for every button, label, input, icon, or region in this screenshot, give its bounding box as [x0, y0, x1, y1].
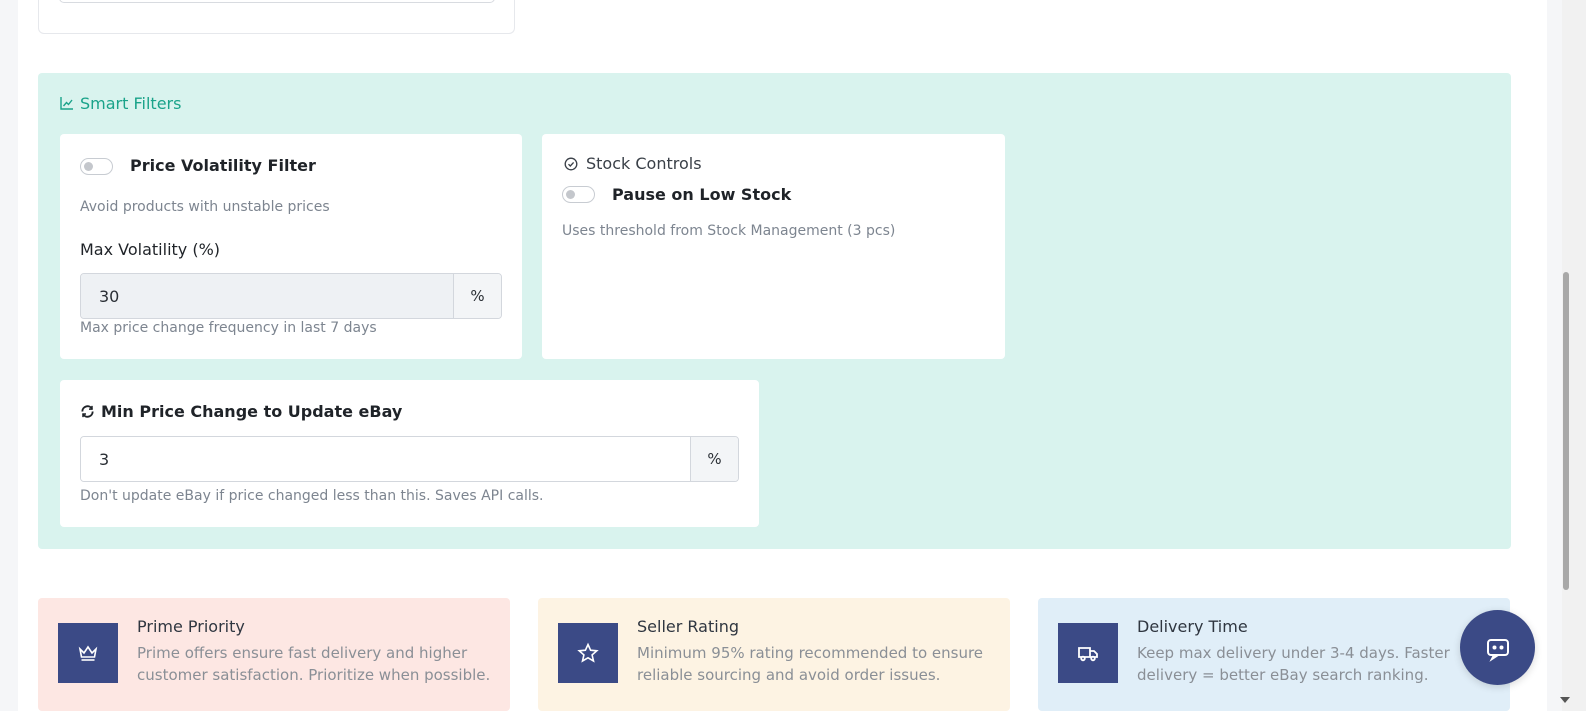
stock-controls-header: Stock Controls: [564, 154, 702, 173]
page-content: Smart Filters Price Volatility Filter Av…: [18, 0, 1547, 711]
truck-icon: [1078, 647, 1098, 662]
min-price-change-input[interactable]: 3: [81, 437, 690, 481]
percent-addon: %: [453, 274, 501, 318]
max-volatility-help: Max price change frequency in last 7 day…: [80, 320, 377, 336]
pause-low-stock-label: Pause on Low Stock: [612, 185, 792, 204]
tip-title: Delivery Time: [1137, 617, 1248, 636]
max-volatility-input[interactable]: 30: [81, 274, 453, 318]
chat-button[interactable]: [1460, 610, 1535, 685]
tip-card-seller-rating: Seller Rating Minimum 95% rating recomme…: [538, 598, 1010, 711]
price-volatility-description: Avoid products with unstable prices: [80, 199, 330, 215]
tip-icon-box: [1058, 623, 1118, 683]
chart-line-icon: [60, 97, 73, 110]
tip-text: Prime offers ensure fast delivery and hi…: [137, 644, 491, 684]
min-price-change-header: Min Price Change to Update eBay: [80, 402, 402, 421]
crown-icon: [78, 645, 98, 661]
smart-filters-header: Smart Filters: [60, 93, 181, 113]
pause-low-stock-toggle[interactable]: [562, 186, 595, 203]
stock-controls-card: Stock Controls Pause on Low Stock Uses t…: [542, 134, 1005, 359]
price-volatility-label: Price Volatility Filter: [130, 156, 316, 175]
price-volatility-card: Price Volatility Filter Avoid products w…: [60, 134, 522, 359]
scrollbar-thumb[interactable]: [1563, 272, 1569, 590]
tip-text: Minimum 95% rating recommended to ensure…: [637, 644, 984, 684]
tip-card-delivery-time: Delivery Time Keep max delivery under 3-…: [1038, 598, 1510, 711]
min-price-change-help: Don't update eBay if price changed less …: [80, 488, 544, 504]
min-price-change-input-group: 3 %: [80, 436, 739, 482]
previous-settings-card: [38, 0, 515, 34]
tip-icon-box: [58, 623, 118, 683]
tip-title: Seller Rating: [637, 617, 739, 636]
sync-icon: [81, 405, 94, 418]
tip-icon-box: [558, 623, 618, 683]
chat-bot-icon: [1486, 638, 1509, 662]
pause-low-stock-help: Uses threshold from Stock Management (3 …: [562, 223, 896, 239]
previous-input-field[interactable]: [59, 0, 495, 3]
max-volatility-label: Max Volatility (%): [80, 240, 221, 259]
star-icon: [577, 642, 599, 663]
smart-filters-title: Smart Filters: [80, 93, 182, 113]
tip-card-prime: Prime Priority Prime offers ensure fast …: [38, 598, 510, 711]
min-price-change-card: Min Price Change to Update eBay 3 % Don'…: [60, 380, 759, 527]
stock-controls-title: Stock Controls: [586, 154, 702, 173]
check-circle-icon: [564, 157, 578, 170]
max-volatility-input-group: 30 %: [80, 273, 502, 319]
tip-text: Keep max delivery under 3-4 days. Faster…: [1137, 644, 1450, 684]
percent-addon: %: [690, 437, 738, 481]
smart-filters-section: Smart Filters Price Volatility Filter Av…: [38, 73, 1511, 549]
min-price-change-title: Min Price Change to Update eBay: [101, 402, 403, 421]
scroll-down-arrow[interactable]: [1560, 697, 1570, 703]
price-volatility-toggle[interactable]: [80, 158, 113, 175]
tip-title: Prime Priority: [137, 617, 245, 636]
